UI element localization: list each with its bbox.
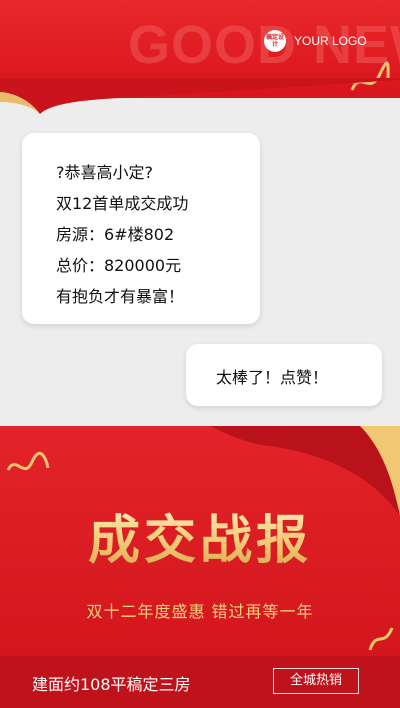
headline: 成交战报 xyxy=(0,498,400,573)
logo: 稿定设计 YOUR LOGO xyxy=(264,30,367,52)
logo-mark: 稿定设计 xyxy=(264,30,286,52)
gold-ribbon-icon xyxy=(6,451,50,471)
page-curl-icon xyxy=(0,78,400,114)
message-bubble: ?恭喜高小定? 双12首单成交成功 房源：6#楼802 总价：820000元 有… xyxy=(22,133,260,324)
message-line: 总价：820000元 xyxy=(56,256,182,275)
hot-sale-tag: 全城热销 xyxy=(273,668,359,694)
footer-bar: 建面约108平稿定三房 全城热销 xyxy=(0,656,400,708)
subtitle: 双十二年度盛惠 错过再等一年 xyxy=(86,602,314,621)
poster-bottom: 成交战报 双十二年度盛惠 错过再等一年 建面约108平稿定三房 全城热销 xyxy=(0,426,400,708)
reply-text: 太棒了！点赞！ xyxy=(216,368,329,387)
reply-bubble: 太棒了！点赞！ xyxy=(186,344,382,406)
message-line: 房源：6#楼802 xyxy=(56,225,175,244)
logo-text: YOUR LOGO xyxy=(294,34,367,48)
footer-text: 建面约108平稿定三房 xyxy=(32,675,191,694)
message-line: 双12首单成交成功 xyxy=(56,194,189,213)
message-line: 有抱负才有暴富！ xyxy=(56,287,185,306)
message-line: ?恭喜高小定? xyxy=(56,163,153,182)
gold-ribbon-icon xyxy=(368,627,394,651)
